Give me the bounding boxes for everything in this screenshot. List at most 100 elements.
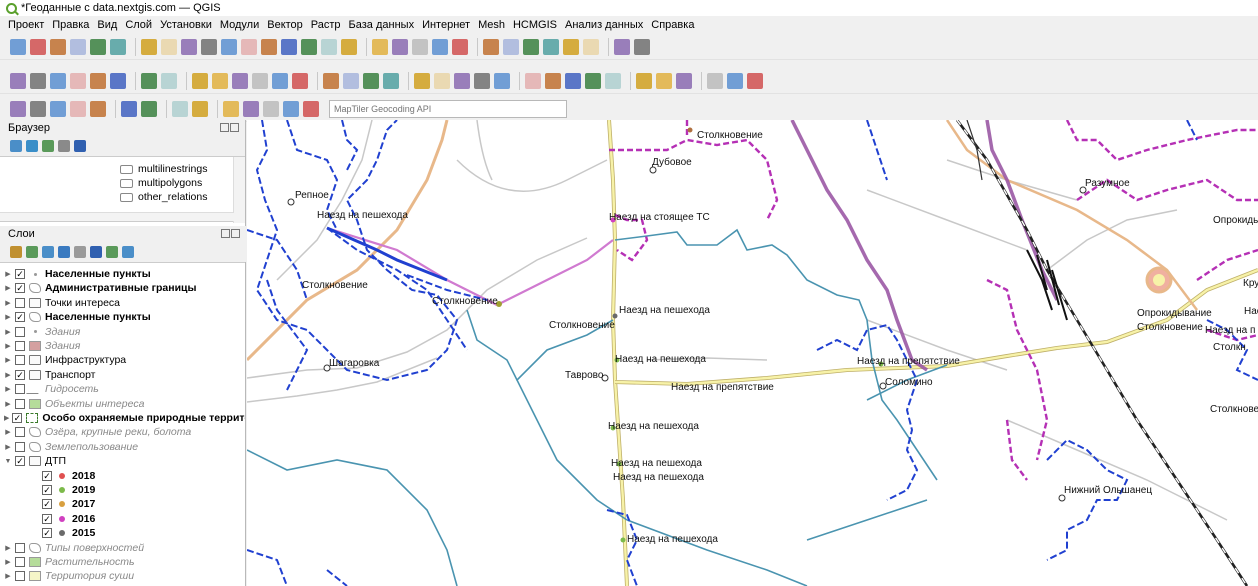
browser-item[interactable]: multilinestrings	[120, 163, 207, 175]
layer-row[interactable]: ▶ Здания	[0, 325, 245, 339]
toolbar-button-icon[interactable]	[585, 72, 601, 89]
toolbar-button-icon[interactable]	[90, 38, 106, 55]
layers-tool-icon[interactable]	[10, 246, 22, 258]
toolbar-button-icon[interactable]	[414, 72, 430, 89]
layer-visibility-checkbox[interactable]	[15, 571, 25, 582]
toolbar-button-icon[interactable]	[363, 72, 379, 89]
toolbar-button-icon[interactable]	[272, 72, 288, 89]
menu-item[interactable]: HCMGIS	[513, 19, 557, 31]
float-icon[interactable]	[221, 229, 230, 238]
toolbar-button-icon[interactable]	[454, 72, 470, 89]
toolbar-button-icon[interactable]	[383, 72, 399, 89]
layer-row[interactable]: ▶ Точки интереса	[0, 296, 245, 310]
toolbar-button-icon[interactable]	[727, 72, 743, 89]
close-icon[interactable]	[230, 123, 239, 132]
toolbar-button-icon[interactable]	[341, 38, 357, 55]
browser-tool-icon[interactable]	[58, 140, 70, 152]
toolbar-button-icon[interactable]	[50, 100, 66, 117]
toolbar-button-icon[interactable]	[525, 72, 541, 89]
browser-vertical-scrollbar[interactable]	[233, 157, 245, 223]
toolbar-button-icon[interactable]	[30, 38, 46, 55]
toolbar-button-icon[interactable]	[372, 38, 388, 55]
browser-tool-icon[interactable]	[10, 140, 22, 152]
toolbar-button-icon[interactable]	[412, 38, 428, 55]
layer-row[interactable]: ▶ Здания	[0, 339, 245, 353]
layer-visibility-checkbox[interactable]	[15, 326, 25, 337]
layer-row[interactable]: ▶ ✓ Особо охраняемые природные террито	[0, 411, 245, 425]
toolbar-button-icon[interactable]	[323, 72, 339, 89]
toolbar-button-icon[interactable]	[634, 38, 650, 55]
browser-horizontal-scrollbar[interactable]	[0, 212, 234, 221]
toolbar-button-icon[interactable]	[121, 100, 137, 117]
dtp-year-row[interactable]: ✓ 2018	[0, 469, 245, 483]
toolbar-button-icon[interactable]	[30, 72, 46, 89]
layer-row[interactable]: ▼ ✓ ДТП	[0, 454, 245, 468]
expand-arrow-icon[interactable]: ▶	[4, 385, 12, 393]
layer-visibility-checkbox[interactable]	[15, 384, 25, 395]
toolbar-button-icon[interactable]	[747, 72, 763, 89]
layer-row[interactable]: ▶ Инфраструктура	[0, 353, 245, 367]
toolbar-button-icon[interactable]	[303, 100, 319, 117]
layer-visibility-checkbox[interactable]: ✓	[12, 413, 23, 423]
toolbar-button-icon[interactable]	[605, 72, 621, 89]
dtp-year-row[interactable]: ✓ 2019	[0, 483, 245, 497]
toolbar-button-icon[interactable]	[263, 100, 279, 117]
toolbar-button-icon[interactable]	[141, 38, 157, 55]
toolbar-button-icon[interactable]	[10, 72, 26, 89]
toolbar-button-icon[interactable]	[523, 38, 539, 55]
menu-item[interactable]: Модули	[220, 19, 259, 31]
expand-arrow-icon[interactable]: ▶	[4, 400, 12, 408]
layer-row[interactable]: ▶ ✓ Населенные пункты	[0, 267, 245, 281]
layer-visibility-checkbox[interactable]	[15, 557, 25, 567]
toolbar-button-icon[interactable]	[201, 38, 217, 55]
menu-item[interactable]: Вид	[97, 19, 117, 31]
dtp-year-row[interactable]: ✓ 2017	[0, 497, 245, 511]
menu-item[interactable]: Правка	[52, 19, 89, 31]
layer-row[interactable]: ▶ Растительность	[0, 555, 245, 569]
menu-item[interactable]: Установки	[160, 19, 212, 31]
layer-row[interactable]: ▶ Гидросеть	[0, 382, 245, 396]
toolbar-button-icon[interactable]	[212, 72, 228, 89]
toolbar-button-icon[interactable]	[432, 38, 448, 55]
toolbar-button-icon[interactable]	[543, 38, 559, 55]
toolbar-button-icon[interactable]	[252, 72, 268, 89]
map-canvas[interactable]: Столкновение Дубовое Репное Наезд на пешехо…	[247, 120, 1258, 586]
layers-tool-icon[interactable]	[26, 246, 38, 258]
expand-arrow-icon[interactable]: ▶	[4, 342, 12, 350]
layer-visibility-checkbox[interactable]: ✓	[42, 470, 52, 481]
layer-row[interactable]: ▶ Озёра, крупные реки, болота	[0, 425, 245, 439]
expand-arrow-icon[interactable]: ▶	[4, 299, 12, 307]
toolbar-button-icon[interactable]	[321, 38, 337, 55]
menu-item[interactable]: Mesh	[478, 19, 505, 31]
toolbar-button-icon[interactable]	[343, 72, 359, 89]
toolbar-button-icon[interactable]	[614, 38, 630, 55]
toolbar-button-icon[interactable]	[503, 38, 519, 55]
expand-arrow-icon[interactable]: ▶	[4, 284, 12, 292]
toolbar-button-icon[interactable]	[292, 72, 308, 89]
toolbar-button-icon[interactable]	[676, 72, 692, 89]
expand-arrow-icon[interactable]: ▶	[4, 328, 12, 336]
toolbar-button-icon[interactable]	[10, 100, 26, 117]
toolbar-button-icon[interactable]	[90, 72, 106, 89]
geocoding-search-input[interactable]	[329, 99, 567, 118]
toolbar-button-icon[interactable]	[110, 72, 126, 89]
toolbar-button-icon[interactable]	[301, 38, 317, 55]
expand-arrow-icon[interactable]: ▶	[4, 572, 12, 580]
toolbar-button-icon[interactable]	[10, 38, 26, 55]
layer-visibility-checkbox[interactable]	[15, 427, 25, 438]
toolbar-button-icon[interactable]	[636, 72, 652, 89]
layer-visibility-checkbox[interactable]	[15, 297, 25, 308]
expand-arrow-icon[interactable]: ▶	[4, 428, 12, 436]
close-icon[interactable]	[231, 229, 240, 238]
layer-visibility-checkbox[interactable]: ✓	[15, 312, 25, 323]
layer-visibility-checkbox[interactable]: ✓	[15, 369, 25, 380]
toolbar-button-icon[interactable]	[141, 100, 157, 117]
toolbar-button-icon[interactable]	[392, 38, 408, 55]
menu-item[interactable]: Проект	[8, 19, 44, 31]
layers-tool-icon[interactable]	[122, 246, 134, 258]
toolbar-button-icon[interactable]	[232, 72, 248, 89]
expand-arrow-icon[interactable]: ▶	[4, 443, 12, 451]
layers-tool-icon[interactable]	[90, 246, 102, 258]
toolbar-button-icon[interactable]	[70, 100, 86, 117]
layer-visibility-checkbox[interactable]: ✓	[15, 283, 25, 294]
